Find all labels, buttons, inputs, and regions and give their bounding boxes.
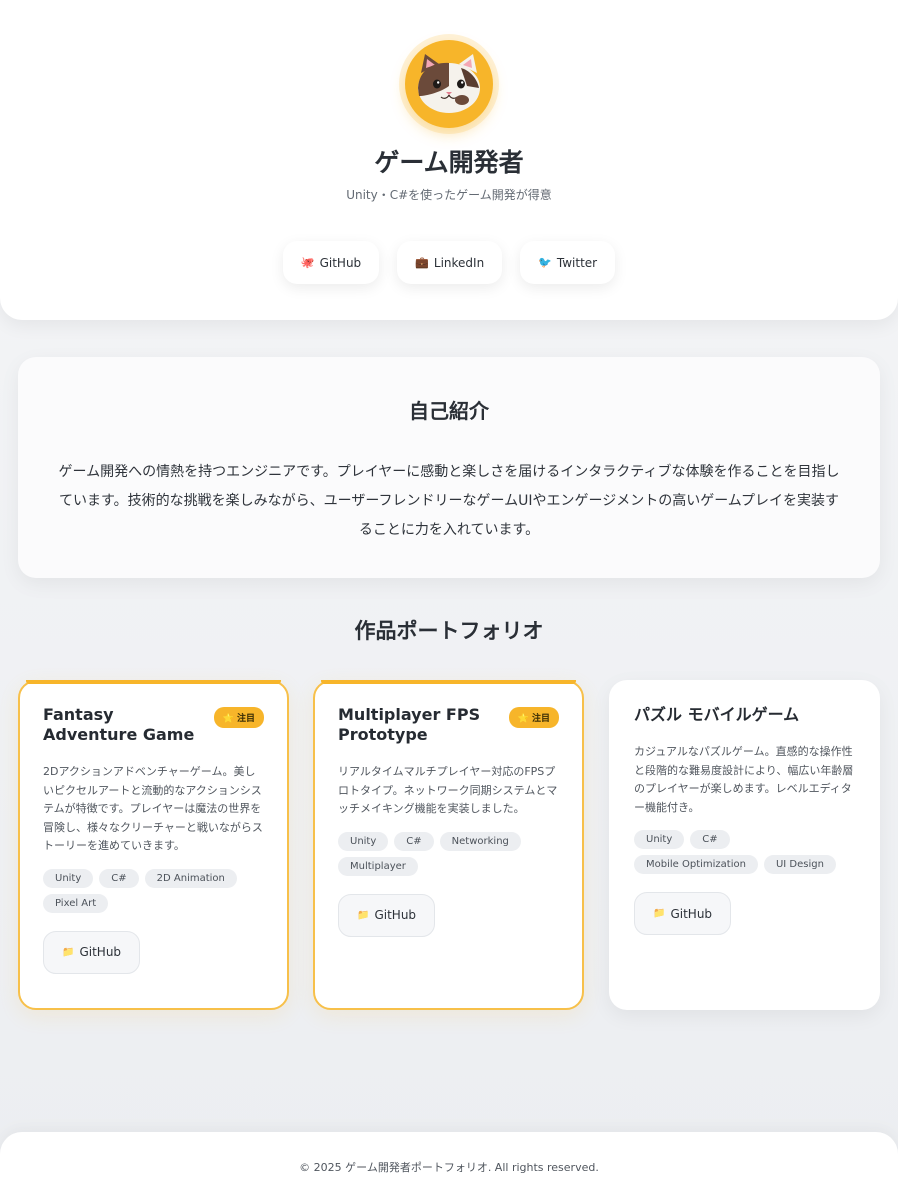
project-github-label: GitHub (79, 945, 122, 959)
tag: Unity (338, 831, 389, 851)
featured-badge: ⭐ 注目 (508, 707, 559, 728)
tag-list: Unity C# 2D Animation Pixel Art (43, 868, 264, 913)
tag: 2D Animation (144, 868, 237, 888)
folder-icon: 📁 (62, 946, 75, 958)
twitter-link-label: Twitter (556, 255, 598, 270)
copyright-text: © 2025 ゲーム開発者ポートフォリオ. All rights reserve… (299, 1161, 599, 1174)
about-heading: 自己紹介 (409, 399, 489, 423)
tag: Mobile Optimization (634, 855, 758, 874)
folder-icon: 📁 (357, 909, 370, 921)
project-github-button[interactable]: 📁 GitHub (634, 892, 732, 935)
featured-badge: ⭐ 注目 (213, 707, 264, 728)
tag: C# (394, 831, 434, 851)
project-github-button[interactable]: 📁 GitHub (338, 893, 436, 937)
project-title: Fantasy Adventure Game (43, 705, 195, 744)
project-github-label: GitHub (374, 908, 417, 922)
tag: C# (690, 830, 730, 849)
bird-icon: 🐦 (538, 256, 552, 269)
project-description: カジュアルなパズルゲーム。直感的な操作性と段階的な難易度設計により、幅広い年齢層… (634, 745, 854, 814)
tag: UI Design (763, 855, 836, 874)
github-link-label: GitHub (319, 255, 362, 270)
project-card: Multiplayer FPS Prototype ⭐ 注目 リアルタイムマルチ… (313, 680, 584, 1010)
profile-header: ゲーム開発者 Unity・C#を使ったゲーム開発が得意 🐙 GitHub 💼 L… (0, 0, 898, 320)
tag-list: Unity C# Mobile Optimization UI Design (634, 830, 855, 874)
project-title: パズル モバイルゲーム (634, 705, 800, 724)
twitter-link-button[interactable]: 🐦 Twitter (520, 241, 616, 284)
tag: Unity (634, 830, 685, 849)
project-github-label: GitHub (670, 906, 713, 921)
project-card: パズル モバイルゲーム カジュアルなパズルゲーム。直感的な操作性と段階的な難易度… (609, 680, 880, 1010)
github-link-button[interactable]: 🐙 GitHub (282, 241, 380, 284)
social-links: 🐙 GitHub 💼 LinkedIn 🐦 Twitter (0, 241, 898, 284)
footer: © 2025 ゲーム開発者ポートフォリオ. All rights reserve… (0, 1132, 898, 1200)
tag: Networking (439, 831, 521, 851)
octopus-icon: 🐙 (300, 256, 315, 269)
tag: Multiplayer (338, 856, 418, 876)
project-card: Fantasy Adventure Game ⭐ 注目 2Dアクションアドベンチ… (18, 680, 289, 1010)
tag: C# (99, 868, 139, 888)
folder-icon: 📁 (653, 908, 666, 919)
briefcase-icon: 💼 (415, 256, 429, 269)
tag: Unity (43, 868, 94, 888)
page-subtitle: Unity・C#を使ったゲーム開発が得意 (346, 188, 552, 202)
linkedin-link-button[interactable]: 💼 LinkedIn (397, 241, 503, 284)
avatar (405, 40, 493, 128)
project-github-button[interactable]: 📁 GitHub (43, 930, 141, 974)
tag: Pixel Art (43, 893, 109, 913)
linkedin-link-label: LinkedIn (433, 255, 485, 270)
project-description: 2Dアクションアドベンチャーゲーム。美しいピクセルアートと流動的なアクションシス… (43, 765, 263, 852)
portfolio-heading: 作品ポートフォリオ (354, 619, 544, 643)
project-title: Multiplayer FPS Prototype (338, 705, 481, 744)
cat-face-icon (418, 54, 480, 113)
page-title: ゲーム開発者 (374, 148, 524, 177)
about-section: 自己紹介 ゲーム開発への情熱を持つエンジニアです。プレイヤーに感動と楽しさを届け… (18, 357, 880, 578)
tag-list: Unity C# Networking Multiplayer (338, 831, 559, 876)
project-description: リアルタイムマルチプレイヤー対応のFPSプロトタイプ。ネットワーク同期システムと… (338, 765, 558, 815)
about-text: ゲーム開発への情熱を持つエンジニアです。プレイヤーに感動と楽しさを届けるインタラ… (58, 464, 840, 538)
